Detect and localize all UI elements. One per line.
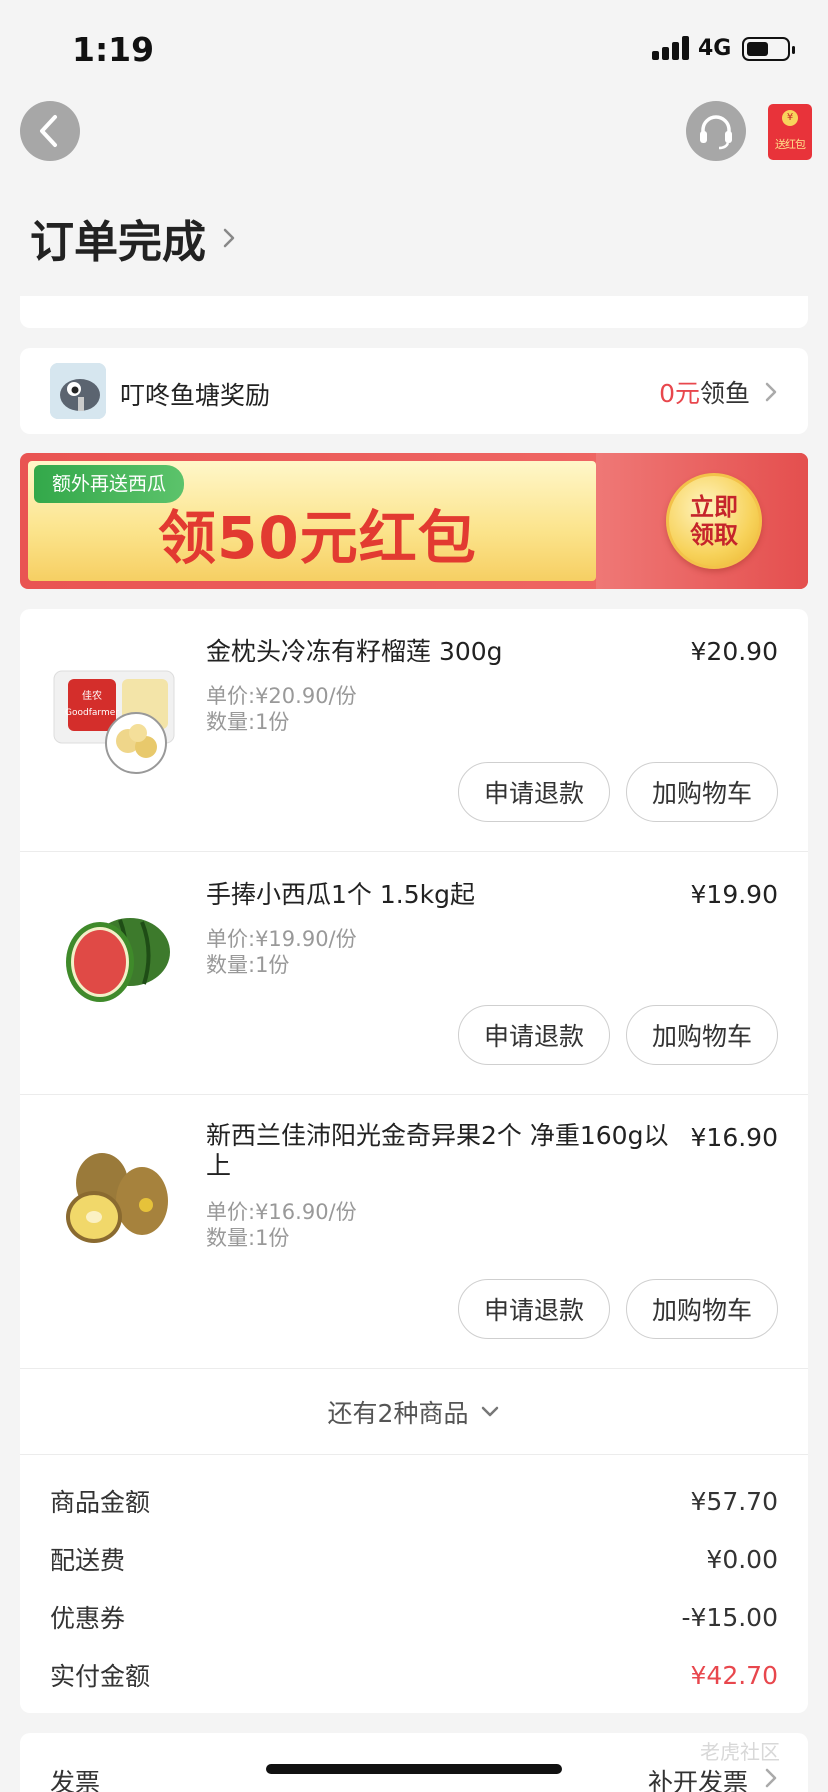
product-quantity: 数量:1份 [206,710,290,734]
order-products-card: 佳农 Goodfarmer 金枕头冷冻有籽榴莲 300g ¥20.90 单价:¥… [20,609,808,1713]
summary-value: -¥15.00 [681,1602,779,1632]
add-to-cart-button[interactable]: 加购物车 [626,1279,778,1339]
coin-icon: ¥ [782,110,798,126]
battery-level [747,42,768,56]
summary-value: ¥57.70 [690,1486,778,1516]
svg-text:Goodfarmer: Goodfarmer [65,708,119,718]
product-item: 佳农 Goodfarmer 金枕头冷冻有籽榴莲 300g ¥20.90 单价:¥… [20,609,808,852]
summary-row-delivery-fee: 配送费 ¥0.00 [50,1539,778,1579]
fish-pond-reward-row[interactable]: 叮咚鱼塘奖励 0元 领鱼 [20,348,808,434]
apply-refund-button[interactable]: 申请退款 [458,762,610,822]
product-name: 新西兰佳沛阳光金奇异果2个 净重160g以上 [206,1121,669,1180]
product-item: 新西兰佳沛阳光金奇异果2个 净重160g以上 ¥16.90 单价:¥16.90/… [20,1095,808,1369]
reward-action: 领鱼 [699,379,750,408]
more-items-label: 还有2种商品 [327,1398,469,1428]
home-indicator [266,1764,562,1774]
order-status-card [20,296,808,328]
product-image-kiwi[interactable] [50,1133,180,1263]
product-quantity: 数量:1份 [206,953,290,977]
total-paid-value: ¥42.70 [690,1660,778,1690]
product-price: ¥20.90 [690,637,778,666]
summary-value: ¥0.00 [706,1544,778,1574]
reward-title: 叮咚鱼塘奖励 [120,381,271,410]
summary-row-coupon: 优惠券 -¥15.00 [50,1597,778,1637]
banner-claim-area: 立即领取 [596,453,808,589]
product-price: ¥16.90 [690,1123,778,1152]
product-unit-price: 单价:¥16.90/份 [206,1200,357,1224]
red-packet-button[interactable]: ¥ 送红包 [768,104,812,160]
product-image-watermelon[interactable] [50,892,180,1022]
chevron-right-icon [765,1768,777,1788]
reissue-invoice-link[interactable]: 补开发票 [648,1763,748,1792]
product-unit-price: 单价:¥19.90/份 [206,927,357,951]
network-type: 4G [698,36,732,61]
summary-label: 优惠券 [50,1604,126,1633]
summary-row-total-paid: 实付金额 ¥42.70 [50,1655,778,1695]
red-packet-promo-banner[interactable]: 额外再送西瓜 领50元红包 立即领取 [20,453,808,589]
banner-coupon-body: 额外再送西瓜 领50元红包 [28,461,596,581]
red-packet-label: 送红包 [775,138,806,151]
add-to-cart-button[interactable]: 加购物车 [626,1005,778,1065]
chevron-right-icon [223,228,235,248]
fish-pond-icon [50,363,106,419]
product-unit-price: 单价:¥20.90/份 [206,684,357,708]
product-image-durian[interactable]: 佳农 Goodfarmer [50,649,180,779]
product-item: 手捧小西瓜1个 1.5kg起 ¥19.90 单价:¥19.90/份 数量:1份 … [20,852,808,1095]
page-title-row[interactable]: 订单完成 [30,210,242,268]
chevron-left-icon [40,115,57,147]
svg-text:佳农: 佳农 [82,689,102,702]
reward-amount: 0元 [659,379,700,408]
product-price: ¥19.90 [690,880,778,909]
chevron-down-icon [482,1406,499,1416]
claim-now-button[interactable]: 立即领取 [666,473,762,569]
invoice-label: 发票 [50,1768,101,1792]
summary-label: 商品金额 [50,1488,151,1517]
signal-icon [652,36,692,60]
summary-label: 实付金额 [50,1662,151,1691]
claim-now-label: 立即领取 [690,493,738,549]
chevron-right-icon [765,382,777,402]
summary-row-subtotal: 商品金额 ¥57.70 [50,1481,778,1521]
headset-icon [700,115,732,150]
add-to-cart-button[interactable]: 加购物车 [626,762,778,822]
reward-action-group[interactable]: 0元 领鱼 [659,374,778,410]
watermark: 老虎社区 [700,1740,780,1764]
more-items-toggle[interactable]: 还有2种商品 [20,1369,808,1455]
status-bar: 1:19 4G [0,0,828,96]
battery-icon [742,37,795,61]
page-title: 订单完成 [30,217,206,268]
apply-refund-button[interactable]: 申请退款 [458,1005,610,1065]
product-quantity: 数量:1份 [206,1226,290,1250]
product-name: 手捧小西瓜1个 1.5kg起 [206,880,475,909]
customer-service-button[interactable] [686,101,746,161]
status-time: 1:19 [72,30,155,69]
summary-label: 配送费 [50,1546,126,1575]
product-name: 金枕头冷冻有籽榴莲 300g [206,637,503,666]
apply-refund-button[interactable]: 申请退款 [458,1279,610,1339]
invoice-row[interactable]: 发票 补开发票 [20,1733,808,1792]
banner-headline: 领50元红包 [158,504,477,572]
back-button[interactable] [20,101,80,161]
